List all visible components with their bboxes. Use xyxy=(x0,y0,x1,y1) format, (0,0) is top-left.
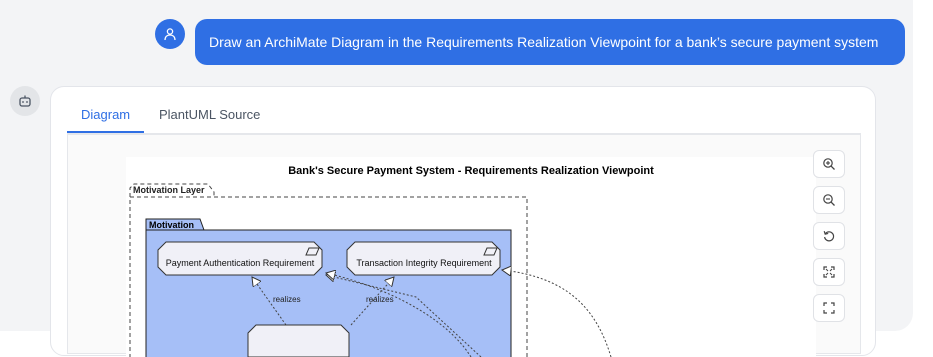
user-icon xyxy=(164,28,176,41)
zoom-in-button[interactable] xyxy=(813,150,845,178)
motivation-package-label: Motivation xyxy=(149,220,194,230)
diagram-canvas[interactable]: Bank's Secure Payment System - Requireme… xyxy=(67,134,861,357)
relation-label: realizes xyxy=(366,295,394,304)
fullscreen-icon xyxy=(823,302,835,314)
tab-diagram[interactable]: Diagram xyxy=(67,105,145,133)
partial-element xyxy=(247,324,350,357)
zoom-out-button[interactable] xyxy=(813,186,845,214)
user-message-text: Draw an ArchiMate Diagram in the Require… xyxy=(209,34,879,50)
requirement-label: Transaction Integrity Requirement xyxy=(356,258,492,268)
fullscreen-button[interactable] xyxy=(813,294,845,322)
assistant-avatar xyxy=(10,86,40,116)
requirement-label: Payment Authentication Requirement xyxy=(166,258,315,268)
diagram-svg: Motivation Layer Motivation Payment Auth… xyxy=(129,183,612,357)
diagram-paper: Bank's Secure Payment System - Requireme… xyxy=(126,157,816,357)
reset-button[interactable] xyxy=(813,222,845,250)
zoom-in-icon xyxy=(823,158,835,170)
requirement-transaction-integrity[interactable]: Transaction Integrity Requirement xyxy=(346,241,501,276)
tab-plantuml-source-label: PlantUML Source xyxy=(159,107,261,122)
user-avatar xyxy=(155,19,185,49)
requirement-payment-authentication[interactable]: Payment Authentication Requirement xyxy=(157,241,323,276)
reset-icon xyxy=(823,231,835,242)
robot-icon xyxy=(19,95,31,107)
fit-button[interactable] xyxy=(813,258,845,286)
user-message-bubble: Draw an ArchiMate Diagram in the Require… xyxy=(195,19,905,65)
relation-label: realizes xyxy=(273,295,301,304)
tab-plantuml-source[interactable]: PlantUML Source xyxy=(145,105,274,131)
tab-diagram-label: Diagram xyxy=(81,107,131,122)
motivation-layer-label: Motivation Layer xyxy=(133,185,205,195)
zoom-out-icon xyxy=(823,194,835,206)
fit-view-icon xyxy=(823,266,835,278)
diagram-card: Diagram PlantUML Source Bank's Secure Pa… xyxy=(50,86,876,357)
